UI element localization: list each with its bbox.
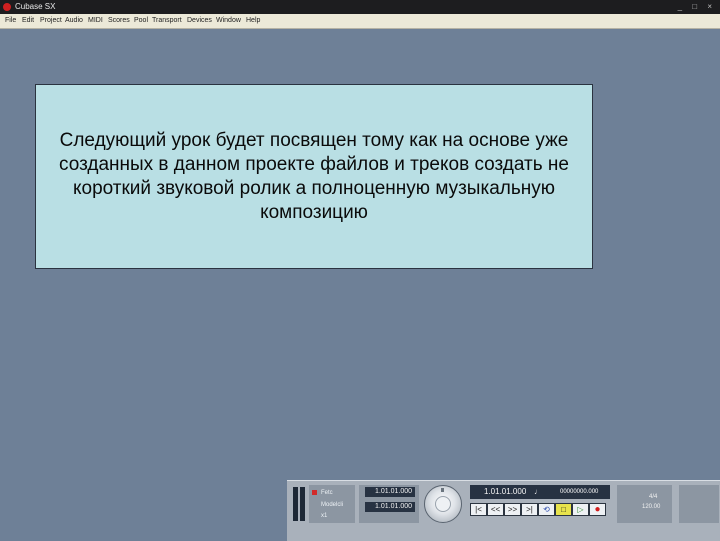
play-button[interactable]: ▷ bbox=[572, 503, 589, 516]
title-bar: Cubase SX _ □ × bbox=[0, 0, 720, 14]
menu-audio[interactable]: Audio bbox=[65, 14, 83, 28]
transport-panel: Fetc Modelcli x1 1.01.01.000 1.01.01.000… bbox=[287, 480, 720, 541]
time-signature[interactable]: 4/4 bbox=[649, 493, 657, 501]
quantize-label[interactable]: x1 bbox=[321, 512, 327, 520]
menu-transport[interactable]: Transport bbox=[152, 14, 182, 28]
jog-inner-wheel[interactable] bbox=[435, 496, 451, 512]
jog-shuttle-wheel[interactable] bbox=[424, 485, 462, 523]
left-locator[interactable]: 1.01.01.000 bbox=[365, 487, 415, 497]
main-position-display[interactable]: 1.01.01.000 ♩ 00000000.000 bbox=[470, 485, 610, 499]
tempo-value[interactable]: 120.00 bbox=[642, 503, 660, 511]
lesson-message-panel: Следующий урок будет посвящен тому как н… bbox=[35, 84, 593, 269]
menu-help[interactable]: Help bbox=[246, 14, 260, 28]
fast-forward-button[interactable]: >> bbox=[504, 503, 521, 516]
secondary-time-readout: 00000000.000 bbox=[560, 489, 599, 495]
menu-devices[interactable]: Devices bbox=[187, 14, 212, 28]
position-readout: 1.01.01.000 bbox=[484, 487, 527, 496]
menu-project[interactable]: Project bbox=[40, 14, 62, 28]
menu-file[interactable]: File bbox=[5, 14, 16, 28]
menu-scores[interactable]: Scores bbox=[108, 14, 130, 28]
menu-midi[interactable]: MIDI bbox=[88, 14, 103, 28]
performance-meter bbox=[293, 487, 298, 521]
jog-notch bbox=[441, 488, 444, 492]
stop-button[interactable]: □ bbox=[555, 503, 572, 516]
cubase-app-icon bbox=[3, 3, 11, 11]
go-to-start-button[interactable]: |< bbox=[470, 503, 487, 516]
go-to-end-button[interactable]: >| bbox=[521, 503, 538, 516]
cycle-mode-label[interactable]: Modelcli bbox=[321, 501, 343, 509]
record-mode-label[interactable]: Fetc bbox=[321, 489, 333, 497]
rewind-button[interactable]: << bbox=[487, 503, 504, 516]
disk-meter bbox=[300, 487, 305, 521]
window-controls[interactable]: _ □ × bbox=[678, 0, 716, 14]
note-icon: ♩ bbox=[534, 487, 542, 496]
menu-edit[interactable]: Edit bbox=[22, 14, 34, 28]
lesson-message-text: Следующий урок будет посвящен тому как н… bbox=[59, 130, 569, 223]
sync-click-strip bbox=[679, 485, 719, 523]
window-title: Cubase SX bbox=[15, 2, 56, 11]
menu-window[interactable]: Window bbox=[216, 14, 241, 28]
record-mode-icon bbox=[312, 490, 317, 495]
cycle-button[interactable]: ⟲ bbox=[538, 503, 555, 516]
record-button[interactable]: ● bbox=[589, 503, 606, 516]
menu-pool[interactable]: Pool bbox=[134, 14, 148, 28]
right-locator[interactable]: 1.01.01.000 bbox=[365, 502, 415, 512]
menu-bar: File Edit Project Audio MIDI Scores Pool… bbox=[0, 14, 720, 29]
